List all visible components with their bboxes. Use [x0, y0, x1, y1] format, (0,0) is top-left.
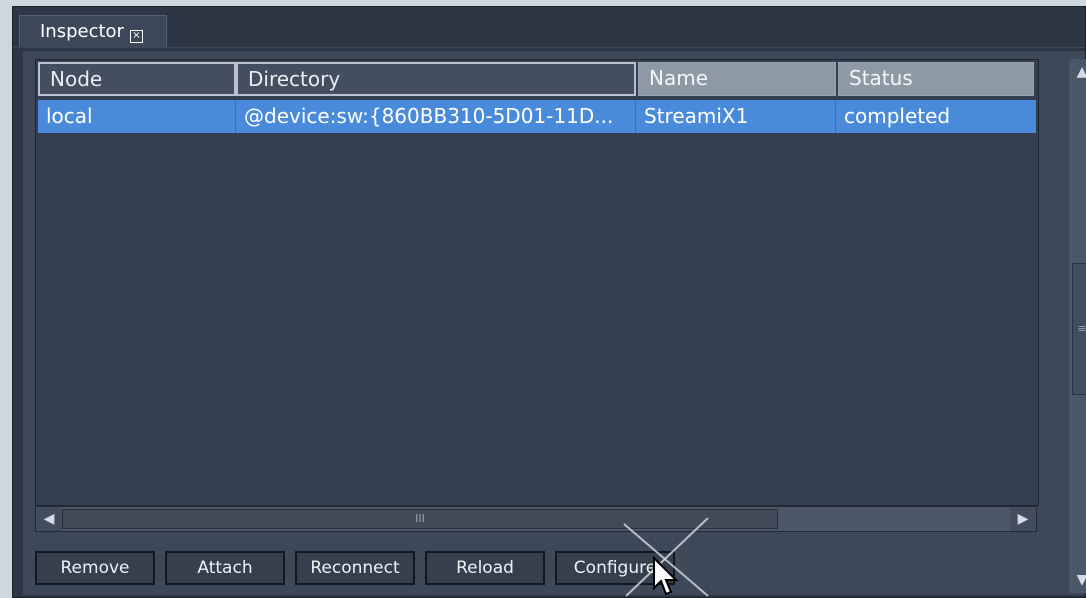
vertical-scroll-thumb[interactable]: ≡: [1072, 263, 1086, 395]
column-header-directory[interactable]: Directory: [236, 62, 636, 96]
tab-title: Inspector: [40, 21, 124, 42]
scroll-left-icon[interactable]: ◀: [36, 507, 62, 531]
mouse-pointer-icon: [653, 556, 679, 596]
scroll-up-icon[interactable]: ▲: [1069, 59, 1086, 85]
reconnect-button[interactable]: Reconnect: [295, 551, 415, 585]
cell-node: local: [38, 100, 236, 133]
attach-button[interactable]: Attach: [165, 551, 285, 585]
tab-inspector[interactable]: Inspector ×: [19, 15, 167, 47]
inspector-window: Inspector × Node Directory Name Status lo…: [12, 6, 1086, 598]
nodes-table: Node Directory Name Status local @device…: [35, 59, 1039, 506]
column-header-name[interactable]: Name: [638, 62, 836, 96]
vertical-scrollbar[interactable]: ▲ ≡ ▼: [1069, 59, 1086, 593]
reload-button[interactable]: Reload: [425, 551, 545, 585]
cell-name: StreamiX1: [636, 100, 836, 133]
scroll-right-icon[interactable]: ▶: [1010, 507, 1036, 531]
remove-button[interactable]: Remove: [35, 551, 155, 585]
table-row[interactable]: local @device:sw:{860BB310-5D01-11D... S…: [38, 100, 1036, 133]
horizontal-scrollbar[interactable]: ◀ III ▶: [35, 506, 1037, 532]
column-header-status[interactable]: Status: [838, 62, 1034, 96]
cell-directory: @device:sw:{860BB310-5D01-11D...: [236, 100, 636, 133]
tab-bar: Inspector ×: [13, 7, 1085, 48]
inspector-panel: Node Directory Name Status local @device…: [23, 51, 1086, 595]
cell-status: completed: [844, 104, 951, 128]
column-header-node[interactable]: Node: [38, 62, 236, 96]
close-icon[interactable]: ×: [129, 30, 143, 43]
scroll-down-icon[interactable]: ▼: [1069, 567, 1086, 593]
